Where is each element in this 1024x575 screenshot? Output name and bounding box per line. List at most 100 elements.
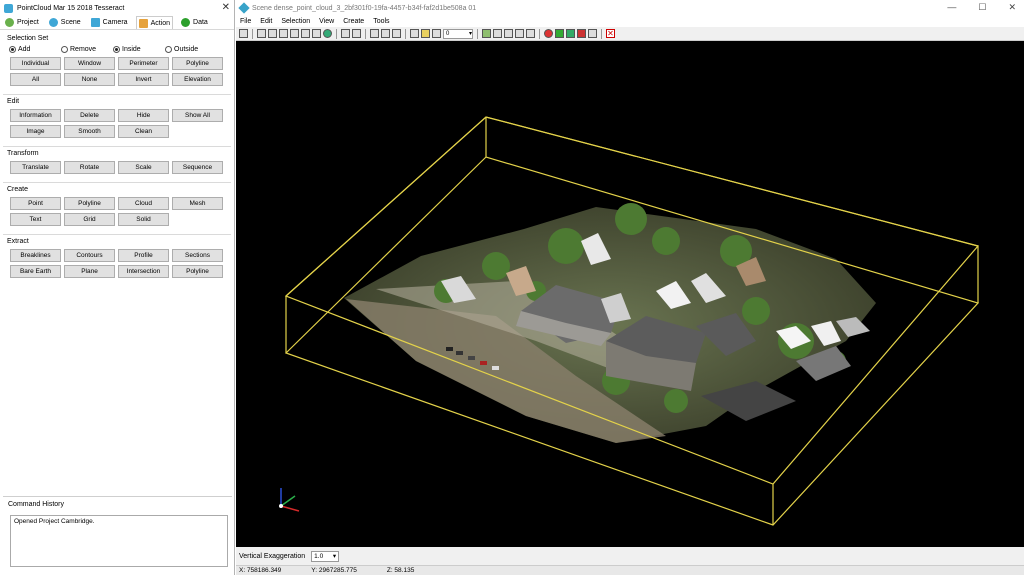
menu-file[interactable]: File bbox=[240, 18, 251, 25]
grid-toggle-icon[interactable] bbox=[482, 29, 491, 38]
menu-selection[interactable]: Selection bbox=[281, 18, 310, 25]
zoom-extents-icon[interactable] bbox=[392, 29, 401, 38]
radio-remove[interactable]: Remove bbox=[61, 46, 113, 53]
view-cube-icon[interactable] bbox=[257, 29, 266, 38]
panel-title: PointCloud Mar 15 2018 Tesseract bbox=[17, 4, 125, 12]
menu-view[interactable]: View bbox=[319, 18, 334, 25]
profile-icon[interactable] bbox=[504, 29, 513, 38]
view-iso-icon[interactable] bbox=[323, 29, 332, 38]
window-button[interactable]: Window bbox=[64, 57, 115, 70]
status-y: Y: 2967285.775 bbox=[311, 567, 357, 574]
contours-button[interactable]: Contours bbox=[64, 249, 115, 262]
extract-group: Extract Breaklines Contours Profile Sect… bbox=[3, 234, 231, 281]
elevation-button[interactable]: Elevation bbox=[172, 73, 223, 86]
scene-title: Scene dense_point_cloud_3_2bf301f0-19fa-… bbox=[252, 4, 477, 12]
select-value: 1.0 bbox=[314, 552, 324, 560]
radio-label: Add bbox=[18, 46, 31, 53]
show-all-button[interactable]: Show All bbox=[172, 109, 223, 122]
close-icon[interactable]: ✕ bbox=[222, 2, 230, 13]
radio-inside[interactable]: Inside bbox=[113, 46, 165, 53]
view-top-icon[interactable] bbox=[312, 29, 321, 38]
minimize-icon[interactable]: — bbox=[947, 2, 956, 13]
cancel-icon[interactable]: ✕ bbox=[606, 29, 615, 38]
polyline-create-button[interactable]: Polyline bbox=[64, 197, 115, 210]
none-button[interactable]: None bbox=[64, 73, 115, 86]
grid-button[interactable]: Grid bbox=[64, 213, 115, 226]
pin-icon[interactable] bbox=[577, 29, 586, 38]
radio-dot bbox=[165, 46, 172, 53]
clean-button[interactable]: Clean bbox=[118, 125, 169, 138]
all-button[interactable]: All bbox=[10, 73, 61, 86]
solid-button[interactable]: Solid bbox=[118, 213, 169, 226]
select-icon[interactable] bbox=[341, 29, 350, 38]
tab-project[interactable]: Project bbox=[3, 16, 41, 29]
polyline-select-button[interactable]: Polyline bbox=[172, 57, 223, 70]
image-button[interactable]: Image bbox=[10, 125, 61, 138]
contour-icon[interactable] bbox=[515, 29, 524, 38]
3d-viewport[interactable] bbox=[236, 41, 1024, 547]
zoom-window-icon[interactable] bbox=[381, 29, 390, 38]
scale-button[interactable]: Scale bbox=[118, 161, 169, 174]
translate-button[interactable]: Translate bbox=[10, 161, 61, 174]
graph-icon[interactable] bbox=[493, 29, 502, 38]
breaklines-button[interactable]: Breaklines bbox=[10, 249, 61, 262]
view-left-icon[interactable] bbox=[290, 29, 299, 38]
layer-icon[interactable] bbox=[432, 29, 441, 38]
intersection-button[interactable]: Intersection bbox=[118, 265, 169, 278]
tag-icon[interactable] bbox=[588, 29, 597, 38]
menu-tools[interactable]: Tools bbox=[373, 18, 389, 25]
tab-camera[interactable]: Camera bbox=[89, 16, 130, 29]
toolbar-separator bbox=[477, 28, 478, 39]
individual-button[interactable]: Individual bbox=[10, 57, 61, 70]
menu-bar: File Edit Selection View Create Tools bbox=[236, 16, 1024, 27]
sections-button[interactable]: Sections bbox=[172, 249, 223, 262]
point-button[interactable]: Point bbox=[10, 197, 61, 210]
grid-view-icon[interactable] bbox=[239, 29, 248, 38]
tab-label: Action bbox=[150, 19, 171, 27]
flag-icon[interactable] bbox=[555, 29, 564, 38]
menu-create[interactable]: Create bbox=[343, 18, 364, 25]
tab-scene[interactable]: Scene bbox=[47, 16, 83, 29]
close-icon[interactable]: ✕ bbox=[1008, 2, 1016, 13]
tab-data[interactable]: Data bbox=[179, 16, 210, 29]
plane-button[interactable]: Plane bbox=[64, 265, 115, 278]
polyline-extract-button[interactable]: Polyline bbox=[172, 265, 223, 278]
point-cloud-render bbox=[279, 116, 980, 526]
cloud-button[interactable]: Cloud bbox=[118, 197, 169, 210]
mesh-button[interactable]: Mesh bbox=[172, 197, 223, 210]
sequence-button[interactable]: Sequence bbox=[172, 161, 223, 174]
radio-add[interactable]: Add bbox=[9, 46, 61, 53]
section-icon[interactable] bbox=[526, 29, 535, 38]
text-button[interactable]: Text bbox=[10, 213, 61, 226]
marker-icon[interactable] bbox=[566, 29, 575, 38]
select-value: 0 bbox=[446, 30, 450, 37]
pan-icon[interactable] bbox=[352, 29, 361, 38]
zoom-icon[interactable] bbox=[370, 29, 379, 38]
view-front-icon[interactable] bbox=[268, 29, 277, 38]
bare-earth-button[interactable]: Bare Earth bbox=[10, 265, 61, 278]
ruler-icon[interactable] bbox=[421, 29, 430, 38]
perimeter-button[interactable]: Perimeter bbox=[118, 57, 169, 70]
vertical-exaggeration-select[interactable]: 1.0 ▾ bbox=[311, 550, 340, 562]
delete-button[interactable]: Delete bbox=[64, 109, 115, 122]
selection-set-group: Selection Set Add Remove Inside Outside … bbox=[3, 32, 231, 89]
smooth-button[interactable]: Smooth bbox=[64, 125, 115, 138]
data-icon bbox=[181, 18, 191, 27]
menu-edit[interactable]: Edit bbox=[260, 18, 272, 25]
maximize-icon[interactable]: ☐ bbox=[978, 2, 986, 13]
hide-button[interactable]: Hide bbox=[118, 109, 169, 122]
command-history-log[interactable]: Opened Project Cambridge. bbox=[10, 515, 228, 567]
view-right-icon[interactable] bbox=[301, 29, 310, 38]
toolbar-separator bbox=[252, 28, 253, 39]
information-button[interactable]: Information bbox=[10, 109, 61, 122]
rotate-button[interactable]: Rotate bbox=[64, 161, 115, 174]
invert-button[interactable]: Invert bbox=[118, 73, 169, 86]
profile-button[interactable]: Profile bbox=[118, 249, 169, 262]
view-back-icon[interactable] bbox=[279, 29, 288, 38]
radio-outside[interactable]: Outside bbox=[165, 46, 217, 53]
target-icon[interactable] bbox=[544, 29, 553, 38]
tab-action[interactable]: Action bbox=[135, 16, 174, 29]
point-size-select[interactable]: 0 ▾ bbox=[443, 28, 473, 39]
measure-icon[interactable] bbox=[410, 29, 419, 38]
status-z: Z: 58.135 bbox=[386, 567, 415, 574]
